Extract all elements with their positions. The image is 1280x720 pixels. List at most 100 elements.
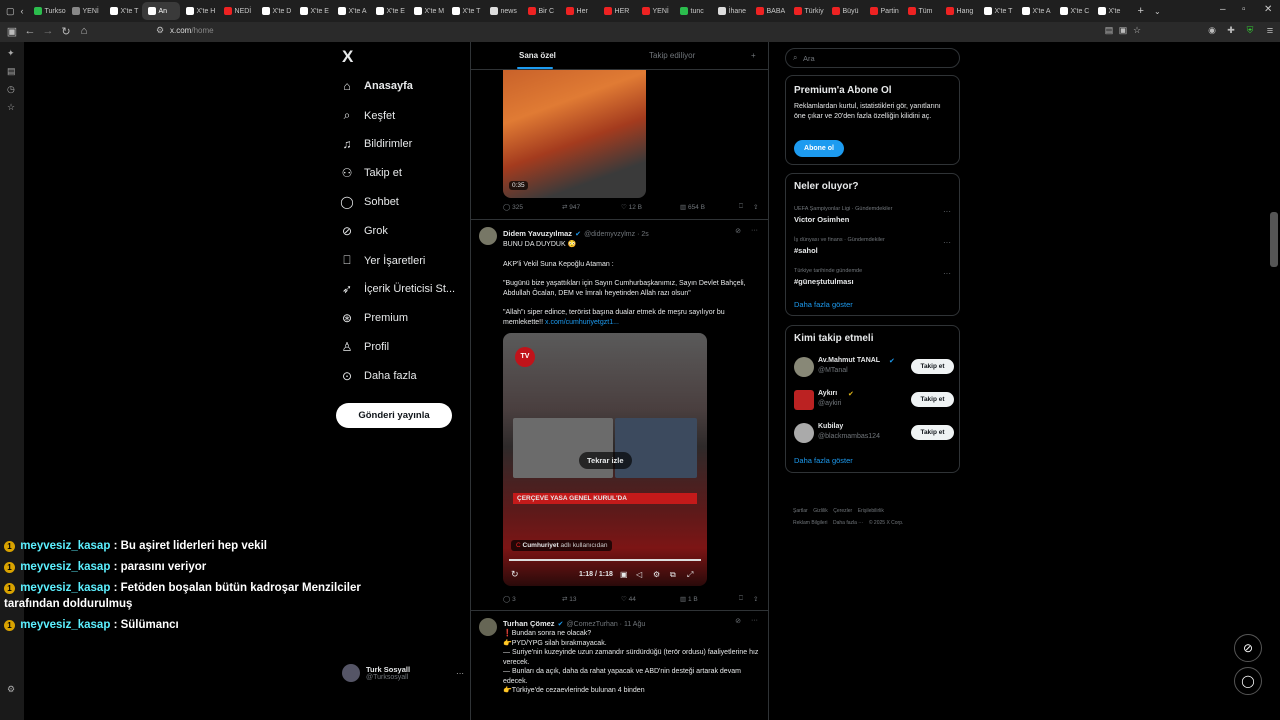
browser-tab[interactable]: Partin xyxy=(864,2,902,20)
extensions-icon[interactable]: ✚ xyxy=(1222,25,1240,36)
reload-icon[interactable]: ↻ xyxy=(57,25,75,38)
browser-tab[interactable]: An xyxy=(141,2,180,20)
retweet-button[interactable]: ⇄ 947 xyxy=(562,203,621,211)
grok-icon[interactable]: ⊘ xyxy=(735,227,741,235)
trend-item[interactable]: İş dünyası ve finans · Gündemdekiler #sa… xyxy=(786,235,961,263)
x-logo[interactable]: X xyxy=(342,47,353,67)
new-tab-icon[interactable]: + xyxy=(1138,5,1144,17)
tweet-more-icon[interactable]: ··· xyxy=(751,617,758,624)
tweet-3[interactable]: Turhan Çömez ✔ @ComezTurhan · 11 Ağu ⊘ ·… xyxy=(471,612,768,720)
account-more-icon[interactable]: ··· xyxy=(456,669,464,678)
browser-tab[interactable]: YENİ xyxy=(636,2,674,20)
follow-button[interactable]: Takip et xyxy=(911,425,954,440)
trend-more-icon[interactable]: ··· xyxy=(943,269,951,278)
browser-tab[interactable]: news xyxy=(484,2,522,20)
browser-tab[interactable]: Her xyxy=(560,2,598,20)
browser-tab[interactable]: Turkso xyxy=(28,2,66,20)
browser-menu-icon[interactable]: ▢ xyxy=(6,6,15,17)
share-icon[interactable]: ⇪ xyxy=(753,203,767,211)
share-icon[interactable]: ⇪ xyxy=(753,595,767,603)
grok-icon[interactable]: ⊘ xyxy=(735,617,741,625)
site-info-icon[interactable]: ⚙ xyxy=(151,25,169,36)
views-button[interactable]: ▥ 1 B xyxy=(680,595,739,603)
browser-tab[interactable]: Büyü xyxy=(826,2,864,20)
footer-line-2[interactable]: Reklam Bilgileri Daha fazla ··· © 2025 X… xyxy=(793,517,903,529)
tweet-2-video[interactable]: TV Tekrar izle ÇERÇEVE YASA GENEL KURUL'… xyxy=(503,333,707,586)
bookmark-icon[interactable]: ⎕ xyxy=(739,203,753,211)
tab-list-icon[interactable]: ⌄ xyxy=(1154,7,1161,16)
bookmark-star-icon[interactable]: ☆ xyxy=(1128,25,1146,36)
follow-suggestion[interactable]: Kubilay @blackmambas124 Takip et xyxy=(794,422,954,446)
maximize-icon[interactable]: ▫ xyxy=(1242,4,1246,15)
follow-button[interactable]: Takip et xyxy=(911,392,954,407)
views-button[interactable]: ▥ 654 B xyxy=(680,203,739,211)
browser-tab[interactable]: X'te M xyxy=(408,2,446,20)
browser-tab[interactable]: X'te A xyxy=(1016,2,1054,20)
tweet-3-handle[interactable]: @ComezTurhan · 11 Ağu xyxy=(567,621,646,628)
nav-bookmarks[interactable]: ⎕ Yer İşaretleri xyxy=(340,253,425,268)
browser-tab[interactable]: X'te A xyxy=(332,2,370,20)
browser-tab[interactable]: X'te E xyxy=(370,2,408,20)
browser-tab[interactable]: X'te E xyxy=(294,2,332,20)
address-bar[interactable]: x.com/home xyxy=(170,26,214,35)
tweet-more-icon[interactable]: ··· xyxy=(751,227,758,234)
tweet-2[interactable]: Didem Yavuzyılmaz ✔ @didemyvzylmz · 2s ⊘… xyxy=(471,221,768,611)
browser-tab[interactable]: HER xyxy=(598,2,636,20)
grok-fab[interactable]: ⊘ xyxy=(1234,634,1262,662)
nav-follow[interactable]: ⚇ Takip et xyxy=(340,166,402,180)
video-progress-bar[interactable] xyxy=(509,559,701,561)
sidebar-history-icon[interactable]: ◷ xyxy=(7,84,15,95)
browser-tab[interactable]: İhane xyxy=(712,2,750,20)
browser-tab[interactable]: X'te C xyxy=(1054,2,1092,20)
nav-more[interactable]: ⊙ Daha fazla xyxy=(340,369,417,383)
nav-home[interactable]: ⌂ Anasayfa xyxy=(340,79,413,93)
nav-premium[interactable]: ⊛ Premium xyxy=(340,311,408,325)
follow-suggestion[interactable]: Av.Mahmut TANAL ✔ @MTanal Takip et xyxy=(794,356,954,380)
trend-item[interactable]: UEFA Şampiyonlar Ligi · Gündemdekiler Vi… xyxy=(786,204,961,232)
sidebar-settings-icon[interactable]: ⚙ xyxy=(7,684,15,695)
sidebar-ai-icon[interactable]: ✦ xyxy=(7,48,15,59)
sidebar-downloads-icon[interactable]: ▤ xyxy=(7,66,16,77)
page-scrollbar[interactable] xyxy=(1270,212,1278,267)
vpn-icon[interactable]: ⛨ xyxy=(1241,25,1259,36)
tweet-3-author[interactable]: Turhan Çömez xyxy=(503,619,555,628)
tweet-1[interactable]: 0:35 ◯ 325 ⇄ 947 ♡ 12 B ▥ 654 B ⎕ ⇪ xyxy=(471,70,768,220)
nav-explore[interactable]: ⌕ Keşfet xyxy=(340,108,396,123)
trends-show-more[interactable]: Daha fazla göster xyxy=(794,300,853,309)
tweet-2-handle[interactable]: @didemyvzylmz · 2s xyxy=(584,231,649,238)
browser-tab[interactable]: BABA xyxy=(750,2,788,20)
home-icon[interactable]: ⌂ xyxy=(75,25,93,37)
nav-notifications[interactable]: ♫ Bildirimler xyxy=(340,137,413,151)
browser-tab[interactable]: Tüm xyxy=(902,2,940,20)
browser-menu-icon[interactable]: ≡ xyxy=(1261,25,1279,37)
back-icon[interactable]: ← xyxy=(21,25,39,37)
browser-tab[interactable]: tunc xyxy=(674,2,712,20)
messages-fab[interactable]: ◯ xyxy=(1234,667,1262,695)
tweet-2-avatar[interactable] xyxy=(479,227,497,245)
close-window-icon[interactable]: ✕ xyxy=(1264,4,1272,15)
browser-tab[interactable]: X'te T xyxy=(978,2,1016,20)
settings-icon[interactable]: ⚙ xyxy=(653,570,660,579)
browser-tab[interactable]: X'te T xyxy=(446,2,484,20)
trend-item[interactable]: Türkiye tarihinde gündemde #güneştutulma… xyxy=(786,266,961,294)
nav-profile[interactable]: ♙ Profil xyxy=(340,340,389,354)
reply-button[interactable]: ◯ 3 xyxy=(503,595,562,603)
tweet-3-avatar[interactable] xyxy=(479,618,497,636)
browser-tab[interactable]: Bir C xyxy=(522,2,560,20)
browser-tab[interactable]: NEDİ xyxy=(218,2,256,20)
like-button[interactable]: ♡ 12 B xyxy=(621,203,680,211)
browser-tab[interactable]: Türkiy xyxy=(788,2,826,20)
trend-more-icon[interactable]: ··· xyxy=(943,238,951,247)
reply-button[interactable]: ◯ 325 xyxy=(503,203,562,211)
minimize-icon[interactable]: – xyxy=(1220,4,1226,15)
account-switcher[interactable]: Turk Sosyall @Turksosyall ··· xyxy=(342,664,464,682)
browser-tab[interactable]: X'te T xyxy=(104,2,142,20)
settings-plus-icon[interactable]: + xyxy=(751,51,756,60)
nav-creator-studio[interactable]: ➶ İçerik Üreticisi St... xyxy=(340,282,455,296)
like-button[interactable]: ♡ 44 xyxy=(621,595,680,603)
sidebar-toggle-icon[interactable]: ▣ xyxy=(3,25,21,38)
trend-more-icon[interactable]: ··· xyxy=(943,207,951,216)
browser-tab[interactable]: X'te H xyxy=(180,2,218,20)
browser-tab[interactable]: Hang xyxy=(940,2,978,20)
nav-grok[interactable]: ⊘ Grok xyxy=(340,224,388,238)
